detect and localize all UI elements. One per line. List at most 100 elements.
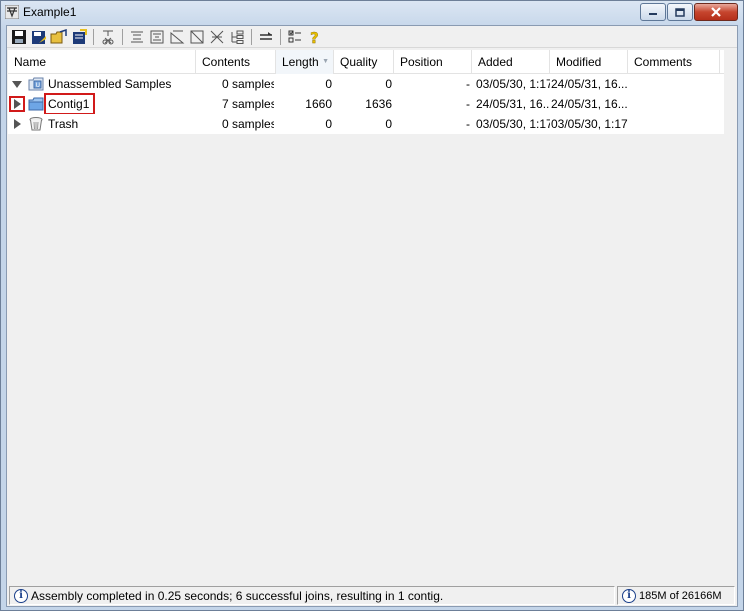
vertical-scrollbar[interactable]: [724, 50, 737, 581]
assemble-icon: [131, 31, 143, 42]
close-button[interactable]: [694, 3, 738, 21]
row-added: 24/05/31, 16...: [476, 97, 550, 111]
row-comments: [634, 94, 720, 114]
column-header-added[interactable]: Added: [472, 50, 550, 74]
align-icon: [150, 30, 164, 43]
row-added: 03/05/30, 1:17: [476, 77, 550, 91]
unassemble-icon: [210, 30, 224, 43]
maximize-icon: [675, 7, 685, 17]
status-bar: i Assembly completed in 0.25 seconds; 6 …: [7, 584, 737, 606]
row-contents: 7 samples: [222, 97, 274, 111]
row-position: -: [466, 77, 470, 91]
memory-usage: 185M of 26166M: [639, 589, 722, 602]
row-length: 0: [325, 117, 332, 131]
toolbar: ?: [7, 26, 737, 48]
export-icon: [73, 28, 87, 44]
unassembled-folder-icon: U: [28, 77, 44, 91]
column-header-contents[interactable]: Contents: [196, 50, 276, 74]
column-header-comments[interactable]: Comments: [628, 50, 720, 74]
trim-icon: [170, 30, 185, 43]
toolbar-unassemble-button[interactable]: [207, 27, 227, 47]
row-comments: [634, 74, 720, 94]
column-header-label: Quality: [340, 55, 378, 69]
open-icon: [50, 28, 67, 43]
row-quality: 0: [385, 77, 392, 91]
close-icon: [711, 7, 721, 17]
table-row[interactable]: Trash 0 samples 0 0 - 03/05/30, 1:17 03/…: [8, 114, 724, 134]
toolbar-separator: [122, 28, 123, 45]
row-contents: 0 samples: [222, 117, 274, 131]
status-message-pane: i Assembly completed in 0.25 seconds; 6 …: [9, 586, 615, 605]
save-icon: [12, 29, 26, 44]
minimize-button[interactable]: [640, 3, 666, 21]
column-header-name[interactable]: Name: [8, 50, 196, 74]
window-title: Example1: [23, 5, 77, 19]
sort-descending-icon: ▼: [322, 58, 329, 65]
row-contents: 0 samples: [222, 77, 274, 91]
trim-all-icon: [190, 30, 204, 43]
title-bar[interactable]: Example1: [1, 1, 743, 25]
toolbar-help-button[interactable]: ?: [305, 27, 325, 47]
svg-text:?: ?: [310, 29, 319, 45]
app-window: Example1 ? Name Contents Length ▼ Qualit…: [0, 0, 744, 611]
row-modified: 03/05/30, 1:17: [551, 117, 628, 131]
help-icon: ?: [310, 29, 319, 45]
row-position: -: [466, 97, 470, 111]
row-modified: 24/05/31, 16...: [551, 77, 628, 91]
status-message: Assembly completed in 0.25 seconds; 6 su…: [31, 588, 444, 603]
svg-text:U: U: [36, 82, 40, 89]
toolbar-separator: [280, 28, 281, 45]
column-header-label: Modified: [556, 55, 602, 69]
toolbar-export-button[interactable]: [69, 27, 89, 47]
column-header-label: Position: [400, 55, 443, 69]
row-added: 03/05/30, 1:17: [476, 117, 550, 131]
row-quality: 1636: [365, 97, 392, 111]
toolbar-assemble-button[interactable]: [127, 27, 147, 47]
toolbar-open-button[interactable]: [49, 27, 69, 47]
table-row[interactable]: U Unassembled Samples 0 samples 0 0 - 03…: [8, 74, 724, 94]
app-icon[interactable]: [5, 5, 19, 19]
row-name[interactable]: Contig1: [44, 93, 95, 115]
expanded-triangle-icon[interactable]: [12, 79, 22, 89]
toolbar-tree-button[interactable]: [227, 27, 247, 47]
checklist-icon: [288, 30, 301, 42]
split-icon: [260, 31, 272, 40]
tree-icon: [231, 30, 244, 44]
sample-list-view[interactable]: Name Contents Length ▼ Quality Position A…: [8, 50, 724, 581]
minimize-icon: [649, 13, 657, 15]
save-as-icon: [32, 30, 46, 44]
trash-icon: [29, 117, 43, 131]
info-icon: i: [622, 588, 636, 603]
toolbar-save-as-button[interactable]: [29, 27, 49, 47]
column-header-quality[interactable]: Quality: [334, 50, 394, 74]
maximize-button[interactable]: [667, 3, 693, 21]
window-controls: [639, 3, 738, 21]
toolbar-separator: [93, 28, 94, 45]
row-quality: 0: [385, 117, 392, 131]
toolbar-cut-button[interactable]: [98, 27, 118, 47]
collapsed-triangle-icon[interactable]: [9, 96, 25, 112]
toolbar-save-button[interactable]: [9, 27, 29, 47]
row-modified: 24/05/31, 16...: [551, 97, 628, 111]
document-client-area: ? Name Contents Length ▼ Quality Position…: [6, 25, 738, 607]
toolbar-trim-button[interactable]: [167, 27, 187, 47]
list-header: Name Contents Length ▼ Quality Position A…: [8, 50, 724, 74]
status-memory-pane: i 185M of 26166M: [617, 586, 735, 605]
table-row[interactable]: Contig1 7 samples 1660 1636 - 24/05/31, …: [8, 93, 724, 115]
cut-icon: [102, 30, 114, 44]
column-header-modified[interactable]: Modified: [550, 50, 628, 74]
toolbar-align-button[interactable]: [147, 27, 167, 47]
toolbar-trim-all-button[interactable]: [187, 27, 207, 47]
column-header-label: Comments: [634, 55, 693, 69]
row-position: -: [466, 117, 470, 131]
column-header-position[interactable]: Position: [394, 50, 472, 74]
info-icon: i: [14, 588, 28, 603]
column-header-length[interactable]: Length ▼: [276, 50, 334, 74]
toolbar-separator: [251, 28, 252, 45]
toolbar-checklist-button[interactable]: [285, 27, 305, 47]
contig-folder-icon: [28, 97, 44, 111]
collapsed-triangle-icon[interactable]: [12, 119, 22, 129]
column-header-label: Added: [478, 55, 513, 69]
toolbar-split-button[interactable]: [256, 27, 276, 47]
row-name: Trash: [48, 117, 79, 131]
